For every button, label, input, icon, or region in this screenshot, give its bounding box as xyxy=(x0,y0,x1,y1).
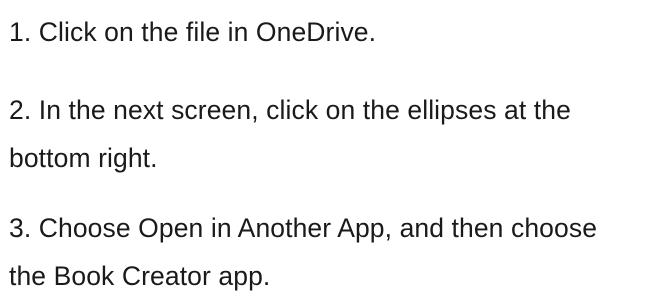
step-1-text: 1. Click on the file in OneDrive. xyxy=(9,17,377,47)
step-2-text: 2. In the next screen, click on the elli… xyxy=(9,95,571,173)
step-3-text: 3. Choose Open in Another App, and then … xyxy=(9,213,598,291)
